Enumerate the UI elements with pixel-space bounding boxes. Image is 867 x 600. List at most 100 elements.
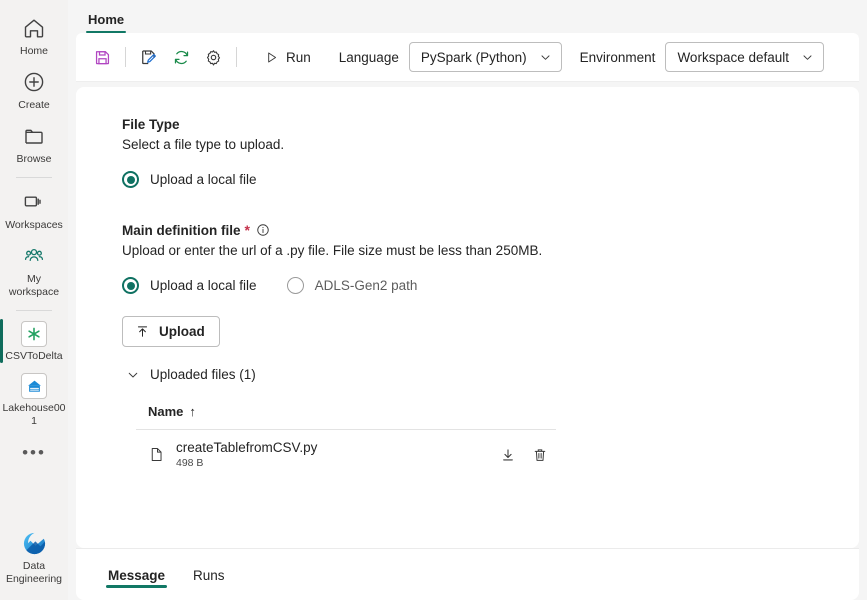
ribbon-tab-home[interactable]: Home <box>80 12 132 33</box>
ellipsis-icon: ••• <box>22 443 46 462</box>
play-icon <box>264 50 279 65</box>
sidebar-item-label: Home <box>19 45 48 57</box>
tab-message[interactable]: Message <box>98 554 175 596</box>
uploaded-files-label: Uploaded files (1) <box>150 367 256 382</box>
toolbar-divider-1 <box>125 47 126 67</box>
plus-circle-icon <box>20 68 48 96</box>
language-dropdown-value: PySpark (Python) <box>420 49 527 65</box>
delete-icon[interactable] <box>532 447 548 463</box>
people-icon <box>20 242 48 270</box>
toolbar-divider-2 <box>236 47 237 67</box>
radio-option-upload-local-file[interactable]: Upload a local file <box>122 277 257 294</box>
environment-label: Environment <box>579 49 656 65</box>
sidebar-item-label: Browse <box>16 153 52 165</box>
main-definition-file-title: Main definition file * <box>122 222 859 238</box>
sidebar-footer: Data Engineering <box>0 523 68 590</box>
table-column-header-name[interactable]: Name ↑ <box>136 404 556 430</box>
download-icon[interactable] <box>500 447 516 463</box>
lakehouse-icon <box>21 373 47 399</box>
environment-dropdown[interactable]: Workspace default <box>665 42 824 72</box>
left-navigation-rail: Home Create Browse Workspaces My workspa… <box>0 0 68 600</box>
gear-icon <box>204 48 223 67</box>
radio-label: ADLS-Gen2 path <box>314 278 418 293</box>
file-name: createTablefromCSV.py <box>176 440 318 455</box>
workspaces-icon <box>20 188 48 216</box>
run-button[interactable]: Run <box>254 41 321 73</box>
file-type-section: File Type Select a file type to upload. … <box>122 117 859 188</box>
folder-icon <box>20 122 48 150</box>
radio-indicator[interactable] <box>122 171 139 188</box>
rail-divider-2 <box>16 310 52 311</box>
info-icon[interactable] <box>256 223 270 237</box>
app-root: Home Create Browse Workspaces My workspa… <box>0 0 867 600</box>
sidebar-item-my-workspace[interactable]: My workspace <box>0 236 68 303</box>
sidebar-item-label: CSVToDelta <box>5 350 63 362</box>
main-definition-file-title-text: Main definition file <box>122 222 241 238</box>
rail-divider <box>16 177 52 178</box>
refresh-button[interactable] <box>165 41 197 73</box>
uploaded-files-table: Name ↑ createTablefromCSV.py 498 B <box>136 404 556 480</box>
file-type-title: File Type <box>122 117 859 132</box>
main-area: Home Run Language PySpark (Python) Envir… <box>68 0 867 600</box>
settings-button[interactable] <box>197 41 229 73</box>
main-definition-file-radio-group: Upload a local file ADLS-Gen2 path <box>122 277 859 294</box>
sidebar-item-workspaces[interactable]: Workspaces <box>0 182 68 236</box>
refresh-icon <box>172 48 191 67</box>
radio-option-upload-local-file-filetype[interactable]: Upload a local file <box>122 171 257 188</box>
sidebar-item-data-engineering[interactable]: Data Engineering <box>0 523 68 590</box>
radio-indicator[interactable] <box>122 277 139 294</box>
settings-card: File Type Select a file type to upload. … <box>76 87 859 548</box>
ribbon-tab-label: Home <box>88 12 125 27</box>
bottom-tabstrip: Message Runs <box>76 548 859 600</box>
main-definition-file-description: Upload or enter the url of a .py file. F… <box>122 243 543 258</box>
document-icon <box>148 446 165 463</box>
spark-job-definition-icon <box>21 321 47 347</box>
sidebar-item-label: Lakehouse001 <box>2 402 66 427</box>
upload-arrow-icon <box>135 324 150 339</box>
tab-label: Message <box>108 567 166 583</box>
sidebar-item-lakehouse001[interactable]: Lakehouse001 <box>0 367 68 432</box>
upload-button[interactable]: Upload <box>122 316 220 347</box>
file-size: 498 B <box>176 457 204 469</box>
required-asterisk: * <box>244 222 250 238</box>
radio-label: Upload a local file <box>150 172 257 187</box>
uploaded-files-toggle[interactable]: Uploaded files (1) <box>122 367 859 382</box>
language-dropdown[interactable]: PySpark (Python) <box>408 42 562 72</box>
file-type-radio-group: Upload a local file <box>122 171 859 188</box>
radio-option-adls-gen2-path[interactable]: ADLS-Gen2 path <box>286 277 418 294</box>
sort-ascending-icon: ↑ <box>189 404 196 419</box>
sidebar-more-button[interactable]: ••• <box>0 440 68 464</box>
data-engineering-icon <box>20 529 48 557</box>
chevron-down-icon <box>539 51 552 64</box>
sidebar-item-label: Create <box>18 99 50 111</box>
file-type-title-text: File Type <box>122 117 180 132</box>
file-info: createTablefromCSV.py 498 B <box>176 440 317 469</box>
file-type-description: Select a file type to upload. <box>122 137 285 152</box>
run-button-label: Run <box>286 49 311 65</box>
upload-button-label: Upload <box>159 324 205 339</box>
ribbon-tabstrip: Home <box>68 0 867 33</box>
sidebar-item-label: Workspaces <box>5 219 63 231</box>
radio-indicator[interactable] <box>286 277 304 294</box>
edit-pencil-icon <box>139 47 159 67</box>
save-icon <box>93 48 112 67</box>
radio-label: Upload a local file <box>150 278 257 293</box>
file-name-cell: createTablefromCSV.py 498 B <box>148 440 500 469</box>
environment-dropdown-value: Workspace default <box>677 49 789 65</box>
table-row[interactable]: createTablefromCSV.py 498 B <box>136 430 556 480</box>
command-toolbar: Run Language PySpark (Python) Environmen… <box>76 33 859 81</box>
sidebar-item-browse[interactable]: Browse <box>0 116 68 170</box>
row-actions <box>500 447 548 463</box>
sidebar-item-home[interactable]: Home <box>0 8 68 62</box>
column-header-label: Name <box>148 404 184 419</box>
edit-button[interactable] <box>133 41 165 73</box>
sidebar-item-create[interactable]: Create <box>0 62 68 116</box>
sidebar-item-csvtodelta[interactable]: CSVToDelta <box>0 315 68 367</box>
tab-runs[interactable]: Runs <box>183 554 235 596</box>
save-button[interactable] <box>86 41 118 73</box>
sidebar-item-label: Data Engineering <box>5 560 63 585</box>
chevron-down-icon <box>801 51 814 64</box>
sidebar-item-label: My workspace <box>8 273 60 298</box>
home-icon <box>20 14 48 42</box>
chevron-down-icon <box>126 368 140 382</box>
